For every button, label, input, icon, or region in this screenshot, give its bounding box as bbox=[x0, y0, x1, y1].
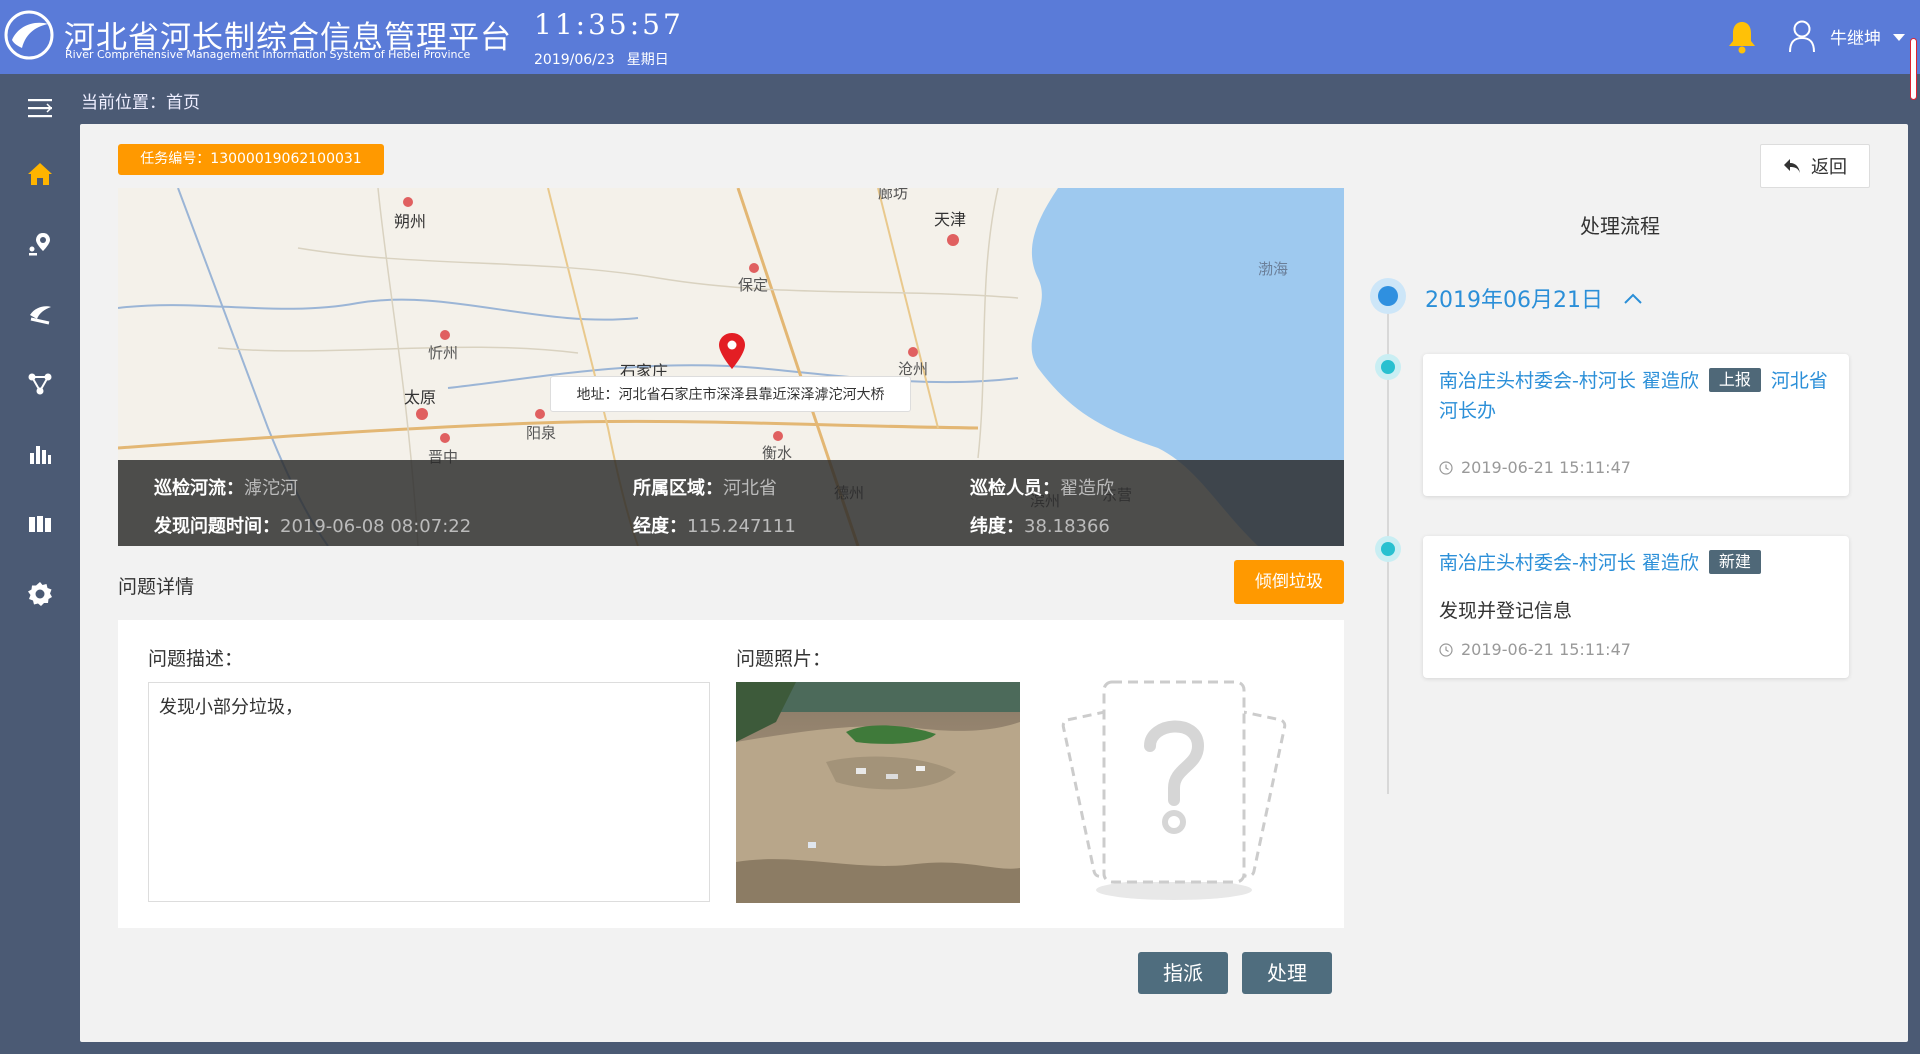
problem-photo[interactable] bbox=[736, 682, 1020, 903]
handle-button[interactable]: 处理 bbox=[1242, 952, 1332, 994]
map-city-label: 忻州 bbox=[428, 344, 459, 362]
problem-detail-panel: 问题描述： 发现小部分垃圾， 问题照片： bbox=[118, 620, 1344, 928]
flow-tag-report: 上报 bbox=[1708, 368, 1761, 392]
page-scrollbar[interactable] bbox=[1910, 38, 1917, 100]
home-icon[interactable] bbox=[20, 154, 60, 194]
map-pin-icon[interactable] bbox=[20, 224, 60, 264]
sidebar bbox=[0, 74, 80, 1054]
photo-label: 问题照片： bbox=[736, 648, 832, 670]
back-arrow-icon bbox=[1784, 159, 1800, 173]
map-city-label: 天津 bbox=[934, 210, 967, 229]
info-river: 巡检河流：滹沱河 bbox=[154, 474, 298, 500]
map-city-label: 朔州 bbox=[394, 212, 427, 231]
map-city-label: 廊坊 bbox=[878, 188, 909, 202]
info-latitude: 纬度：38.18366 bbox=[970, 512, 1110, 538]
flow-time: 2019-06-21 15:11:47 bbox=[1439, 458, 1631, 477]
clock: 11:35:57 bbox=[534, 8, 684, 41]
task-number-badge: 任务编号：13000019062100031 bbox=[118, 144, 384, 175]
flow-time-value: 2019-06-21 15:11:47 bbox=[1461, 640, 1631, 659]
map-city-label: 太原 bbox=[404, 388, 437, 407]
info-found-time-value: 2019-06-08 08:07:22 bbox=[280, 516, 472, 537]
info-found-time: 发现问题时间：2019-06-08 08:07:22 bbox=[154, 512, 471, 538]
info-longitude-value: 115.247111 bbox=[687, 516, 796, 537]
clock-icon bbox=[1439, 460, 1453, 475]
bar-chart-icon[interactable] bbox=[20, 434, 60, 474]
description-box[interactable]: 发现小部分垃圾， bbox=[148, 682, 710, 902]
address-tooltip: 地址：河北省石家庄市深泽县靠近深泽滹沱河大桥 bbox=[550, 376, 911, 412]
flow-actor: 南冶庄头村委会-村河长 翟造欣 bbox=[1439, 552, 1699, 574]
date-text: 2019/06/23 bbox=[534, 52, 615, 68]
timeline-date-dot bbox=[1370, 278, 1406, 314]
platform-subtitle: River Comprehensive Management Informati… bbox=[65, 48, 471, 61]
books-icon[interactable] bbox=[20, 504, 60, 544]
flow-time-value: 2019-06-21 15:11:47 bbox=[1461, 458, 1631, 477]
problem-detail-title: 问题详情 bbox=[118, 576, 195, 598]
info-region: 所属区域：河北省 bbox=[633, 474, 777, 500]
flow-card-heading: 南冶庄头村委会-村河长 翟造欣 新建 bbox=[1439, 548, 1839, 578]
info-region-label: 所属区域： bbox=[633, 478, 723, 499]
map-city-label: 阳泉 bbox=[526, 424, 557, 442]
description-label: 问题描述： bbox=[148, 648, 244, 670]
timeline-date[interactable]: 2019年06月21日 bbox=[1425, 282, 1603, 314]
flow-actor: 南冶庄头村委会-村河长 翟造欣 bbox=[1439, 370, 1699, 392]
network-icon[interactable] bbox=[20, 364, 60, 404]
breadcrumb: 当前位置：首页 bbox=[81, 93, 200, 113]
bell-icon[interactable] bbox=[1727, 20, 1757, 54]
weekday-text: 星期日 bbox=[626, 52, 669, 68]
problem-category-button[interactable]: 倾倒垃圾 bbox=[1234, 560, 1344, 604]
map-city-label: 保定 bbox=[738, 276, 769, 294]
menu-toggle-icon[interactable] bbox=[20, 88, 60, 128]
user-icon[interactable] bbox=[1788, 19, 1816, 53]
logo-icon bbox=[4, 10, 54, 60]
inspection-info-overlay: 巡检河流：滹沱河 所属区域：河北省 巡检人员：翟造欣 发现问题时间：2019-0… bbox=[118, 460, 1344, 546]
caret-down-icon[interactable] bbox=[1893, 34, 1905, 41]
assign-button[interactable]: 指派 bbox=[1138, 952, 1228, 994]
gear-icon[interactable] bbox=[20, 574, 60, 614]
flow-tag-create: 新建 bbox=[1708, 550, 1761, 574]
patrol-icon[interactable] bbox=[20, 294, 60, 334]
date-display: 2019/06/23 星期日 bbox=[534, 49, 669, 69]
flow-card-heading: 南冶庄头村委会-村河长 翟造欣 上报 河北省河长办 bbox=[1439, 366, 1839, 426]
map-sea-label: 渤海 bbox=[1258, 260, 1289, 278]
info-latitude-value: 38.18366 bbox=[1024, 516, 1110, 537]
info-river-value: 滹沱河 bbox=[244, 478, 298, 499]
timeline-dot bbox=[1375, 536, 1401, 562]
no-image-placeholder-icon bbox=[1061, 680, 1287, 900]
main-content: 任务编号：13000019062100031 返回 朔州 天津 保定 忻州 石家… bbox=[80, 124, 1908, 1042]
location-marker-icon[interactable] bbox=[718, 332, 746, 370]
info-river-label: 巡检河流： bbox=[154, 478, 244, 499]
back-button[interactable]: 返回 bbox=[1760, 144, 1870, 188]
username[interactable]: 牛继坤 bbox=[1830, 24, 1881, 49]
back-button-label: 返回 bbox=[1811, 157, 1847, 178]
info-inspector-value: 翟造欣 bbox=[1060, 478, 1114, 499]
timeline-dot bbox=[1375, 354, 1401, 380]
chevron-up-icon[interactable] bbox=[1622, 288, 1644, 310]
process-flow-title: 处理流程 bbox=[1580, 214, 1660, 238]
info-latitude-label: 纬度： bbox=[970, 516, 1024, 537]
info-longitude: 经度：115.247111 bbox=[633, 512, 796, 538]
flow-desc: 发现并登记信息 bbox=[1439, 600, 1573, 622]
flow-card-report: 南冶庄头村委会-村河长 翟造欣 上报 河北省河长办 2019-06-21 15:11… bbox=[1423, 354, 1849, 496]
flow-time: 2019-06-21 15:11:47 bbox=[1439, 640, 1631, 659]
info-inspector-label: 巡检人员： bbox=[970, 478, 1060, 499]
location-map[interactable]: 朔州 天津 保定 忻州 石家庄 沧州 太原 阳泉 晋中 衡水 德州 滨州 东营 … bbox=[118, 188, 1344, 546]
info-found-time-label: 发现问题时间： bbox=[154, 516, 280, 537]
info-inspector: 巡检人员：翟造欣 bbox=[970, 474, 1114, 500]
info-region-value: 河北省 bbox=[723, 478, 777, 499]
top-header: 河北省河长制综合信息管理平台 River Comprehensive Manag… bbox=[0, 0, 1920, 74]
info-longitude-label: 经度： bbox=[633, 516, 687, 537]
clock-icon bbox=[1439, 642, 1453, 657]
flow-card-create: 南冶庄头村委会-村河长 翟造欣 新建 发现并登记信息 2019-06-21 15:… bbox=[1423, 536, 1849, 678]
